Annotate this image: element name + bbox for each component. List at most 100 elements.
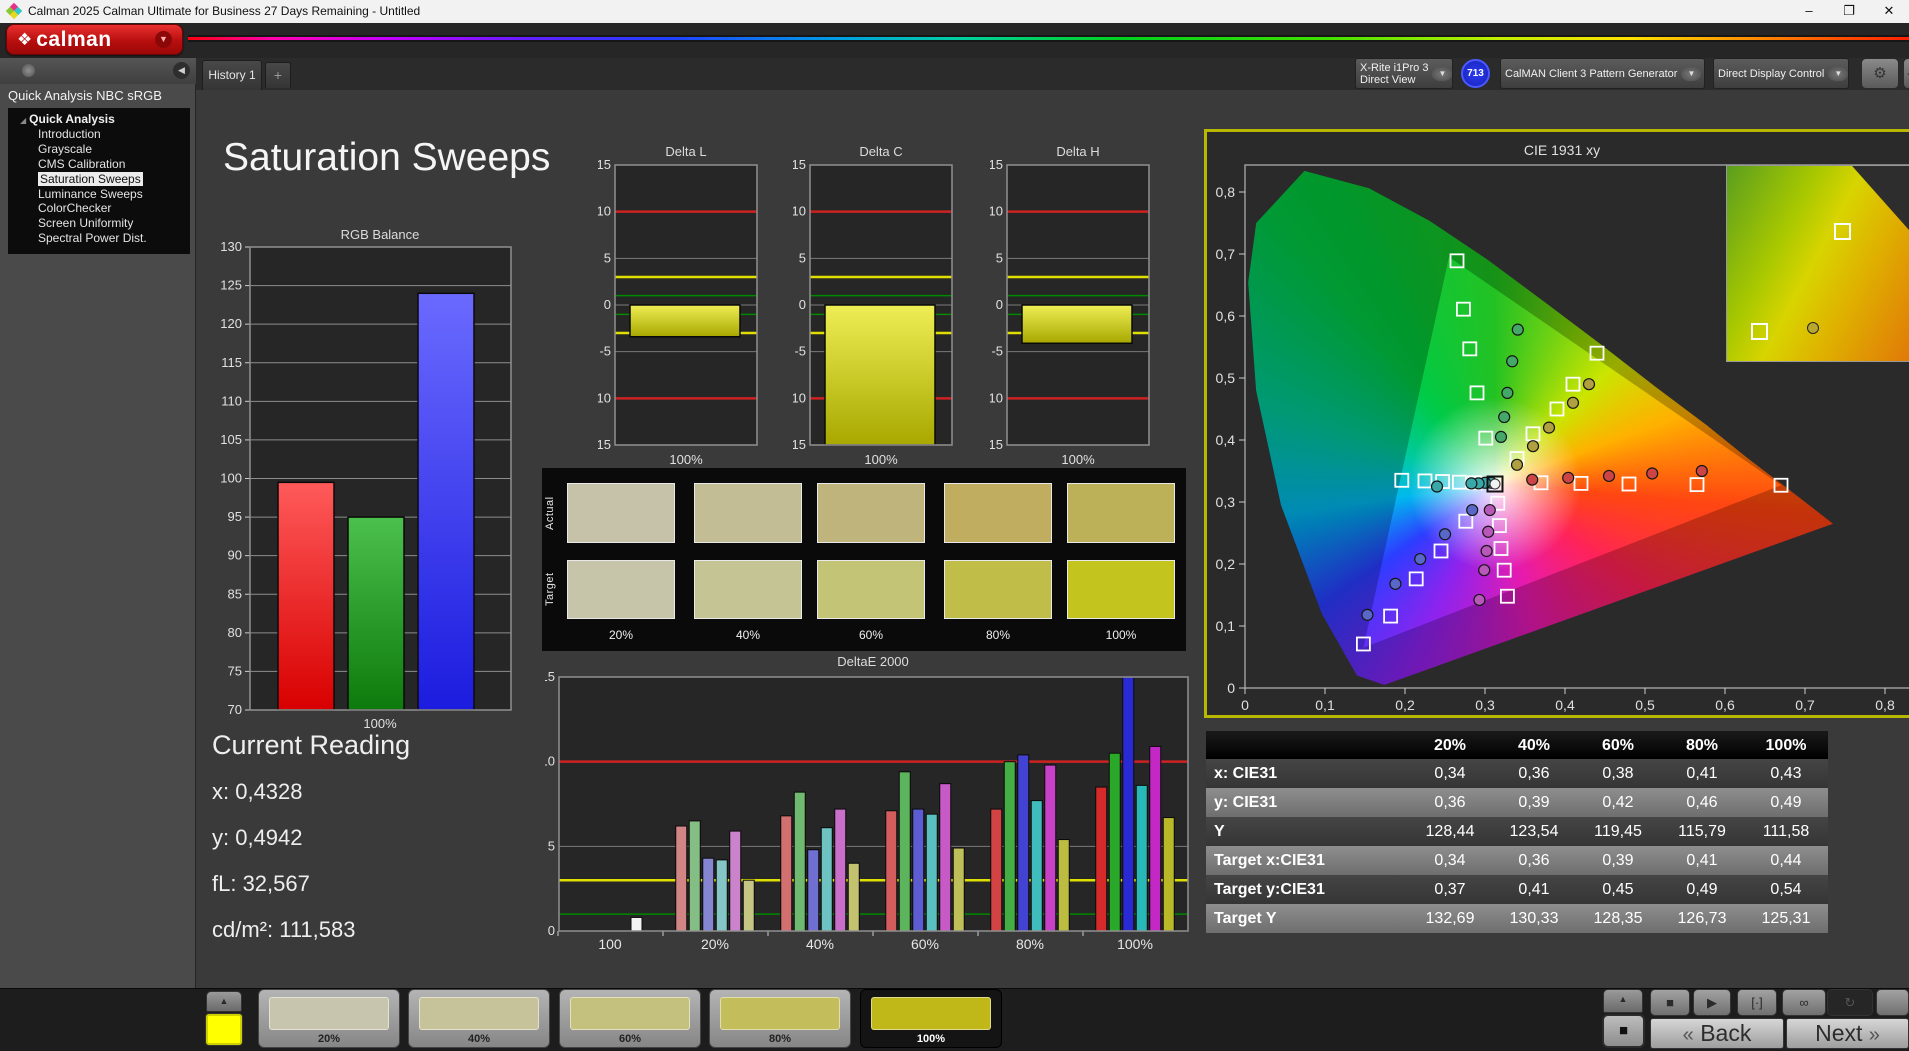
- play-button[interactable]: ▶: [1693, 989, 1731, 1016]
- pattern-patch-60%[interactable]: 60%: [559, 989, 701, 1048]
- calman-logo-icon: ❖: [17, 30, 32, 50]
- cie-chart-title: CIE 1931 xy: [1207, 142, 1909, 158]
- calman-menu-button[interactable]: ❖ calman ▼: [6, 24, 183, 55]
- expand-patch-panel-button[interactable]: ▲: [206, 991, 242, 1012]
- expander-icon: ◢: [20, 116, 26, 125]
- svg-text:15: 15: [793, 157, 806, 172]
- partial-side-button[interactable]: ◀: [1903, 58, 1909, 89]
- svg-text:60%: 60%: [911, 936, 939, 952]
- page-title: Saturation Sweeps: [223, 136, 550, 180]
- svg-text:DeltaE 2000: DeltaE 2000: [837, 654, 909, 669]
- patch-color-chip: [570, 997, 690, 1030]
- window-title: Calman 2025 Calman Ultimate for Business…: [28, 4, 420, 18]
- measured-marker-yellow: [1512, 459, 1523, 470]
- svg-text:0,4: 0,4: [1555, 697, 1575, 713]
- back-button[interactable]: « Back: [1650, 1018, 1784, 1049]
- patch-color-chip: [720, 997, 840, 1030]
- cie-1931-chart: 00,10,20,30,40,50,60,70,800,10,20,30,40,…: [1204, 129, 1909, 718]
- svg-text:0,8: 0,8: [1216, 184, 1236, 200]
- svg-text:0,5: 0,5: [1635, 697, 1655, 713]
- spectrum-bar: [188, 35, 1909, 42]
- measured-marker-yellow: [1568, 397, 1579, 408]
- svg-text:15: 15: [598, 157, 611, 172]
- app-window: Calman 2025 Calman Ultimate for Business…: [0, 0, 1909, 1051]
- table-cell: 0,45: [1576, 875, 1660, 904]
- sidebar-item-luminance-sweeps[interactable]: Luminance Sweeps: [8, 187, 190, 202]
- measured-marker-green: [1507, 356, 1518, 367]
- svg-text:100%: 100%: [363, 716, 397, 731]
- table-cell: 0,43: [1744, 759, 1828, 788]
- inset-target-marker: [1751, 323, 1768, 340]
- table-cell: 0,36: [1492, 846, 1576, 875]
- patch-label: 100%: [861, 1033, 1001, 1045]
- spare-button[interactable]: [1876, 989, 1909, 1016]
- delta-c-chart: Delta C151050-5-10-15100%: [793, 140, 961, 470]
- table-cell: 0,34: [1408, 846, 1492, 875]
- sidebar-item-screen-uniformity[interactable]: Screen Uniformity: [8, 216, 190, 231]
- minimize-button[interactable]: –: [1789, 0, 1829, 23]
- tab-history-1[interactable]: History 1: [202, 60, 262, 90]
- table-row-label: Target x:CIE31: [1214, 846, 1409, 875]
- measured-marker-blue: [1467, 505, 1478, 516]
- expand-transport-button[interactable]: ▲: [1603, 989, 1643, 1013]
- target-marker-yellow: [1527, 427, 1540, 440]
- sidebar-item-saturation-sweeps[interactable]: Saturation Sweeps: [8, 172, 190, 187]
- collapse-sidebar-button[interactable]: ◀: [173, 62, 190, 79]
- loop-button[interactable]: ↻: [1827, 989, 1873, 1016]
- target-marker-yellow: [1567, 378, 1580, 391]
- swatch-col-label: 100%: [1067, 628, 1175, 642]
- table-row: Y128,44123,54119,45115,79111,58: [1206, 817, 1828, 846]
- svg-text:100%: 100%: [669, 452, 703, 467]
- chevron-double-right-icon: »: [1869, 1024, 1880, 1046]
- pattern-patch-80%[interactable]: 80%: [709, 989, 851, 1048]
- sidebar-item-spectral-power-dist-[interactable]: Spectral Power Dist.: [8, 231, 190, 246]
- continuous-button[interactable]: ∞: [1782, 989, 1826, 1016]
- current-pattern-swatch[interactable]: [206, 1014, 242, 1045]
- arrow-up-icon: ▲: [1619, 994, 1628, 1004]
- delta-h-chart: Delta H151050-5-10-15100%: [990, 140, 1158, 470]
- table-cell: 0,38: [1576, 759, 1660, 788]
- row-label-actual: Actual: [544, 483, 560, 543]
- pattern-patch-40%[interactable]: 40%: [408, 989, 550, 1048]
- target-marker-red: [1691, 478, 1704, 491]
- row-label-target: Target: [544, 560, 560, 619]
- svg-text:-15: -15: [598, 437, 611, 452]
- table-cell: 132,69: [1408, 904, 1492, 933]
- table-row-label: x: CIE31: [1214, 759, 1409, 788]
- svg-text:90: 90: [228, 548, 242, 563]
- workflow-tree: ◢Quick Analysis IntroductionGrayscaleCMS…: [8, 108, 190, 254]
- pattern-patch-20%[interactable]: 20%: [258, 989, 400, 1048]
- record-icon[interactable]: [22, 64, 35, 77]
- display-control-dropdown[interactable]: Direct Display Control ▼: [1713, 58, 1849, 89]
- table-cell: 0,36: [1408, 788, 1492, 817]
- settings-button[interactable]: ⚙: [1861, 58, 1899, 89]
- close-button[interactable]: ✕: [1869, 0, 1909, 23]
- measured-marker-green: [1496, 431, 1507, 442]
- measured-marker-red: [1604, 470, 1615, 481]
- pattern-generator-dropdown[interactable]: CalMAN Client 3 Pattern Generator ▼: [1500, 58, 1705, 89]
- meter-dropdown[interactable]: X-Rite i1Pro 3Direct View ▼: [1355, 58, 1453, 89]
- target-marker-red: [1575, 477, 1588, 490]
- add-tab-button[interactable]: +: [265, 62, 291, 88]
- table-cell: 111,58: [1744, 817, 1828, 846]
- current-reading: Current Reading x: 0,4328 y: 0,4942 fL: …: [212, 730, 410, 963]
- patch-color-chip: [269, 997, 389, 1030]
- measured-marker-cyan: [1466, 478, 1477, 489]
- pattern-window-button[interactable]: [·]: [1737, 989, 1777, 1016]
- delta-l-chart: Delta L151050-5-10-15100%: [598, 140, 766, 470]
- pattern-patch-100%[interactable]: 100%: [860, 989, 1002, 1048]
- restore-button[interactable]: ❐: [1829, 0, 1869, 23]
- stop-button[interactable]: ■: [1650, 989, 1690, 1016]
- sidebar-item-introduction[interactable]: Introduction: [8, 127, 190, 142]
- target-marker-green: [1471, 386, 1484, 399]
- svg-text:0,7: 0,7: [1216, 246, 1236, 262]
- tree-root-quick-analysis[interactable]: ◢Quick Analysis: [8, 112, 190, 127]
- measured-marker-blue: [1362, 609, 1373, 620]
- table-row: x: CIE310,340,360,380,410,43: [1206, 759, 1828, 788]
- next-button[interactable]: Next »: [1786, 1018, 1909, 1049]
- stop-measure-button[interactable]: ■: [1602, 1014, 1645, 1048]
- sidebar-item-colorchecker[interactable]: ColorChecker: [8, 201, 190, 216]
- sidebar-item-grayscale[interactable]: Grayscale: [8, 142, 190, 157]
- meter-count-badge[interactable]: 713: [1461, 59, 1490, 88]
- sidebar-item-cms-calibration[interactable]: CMS Calibration: [8, 157, 190, 172]
